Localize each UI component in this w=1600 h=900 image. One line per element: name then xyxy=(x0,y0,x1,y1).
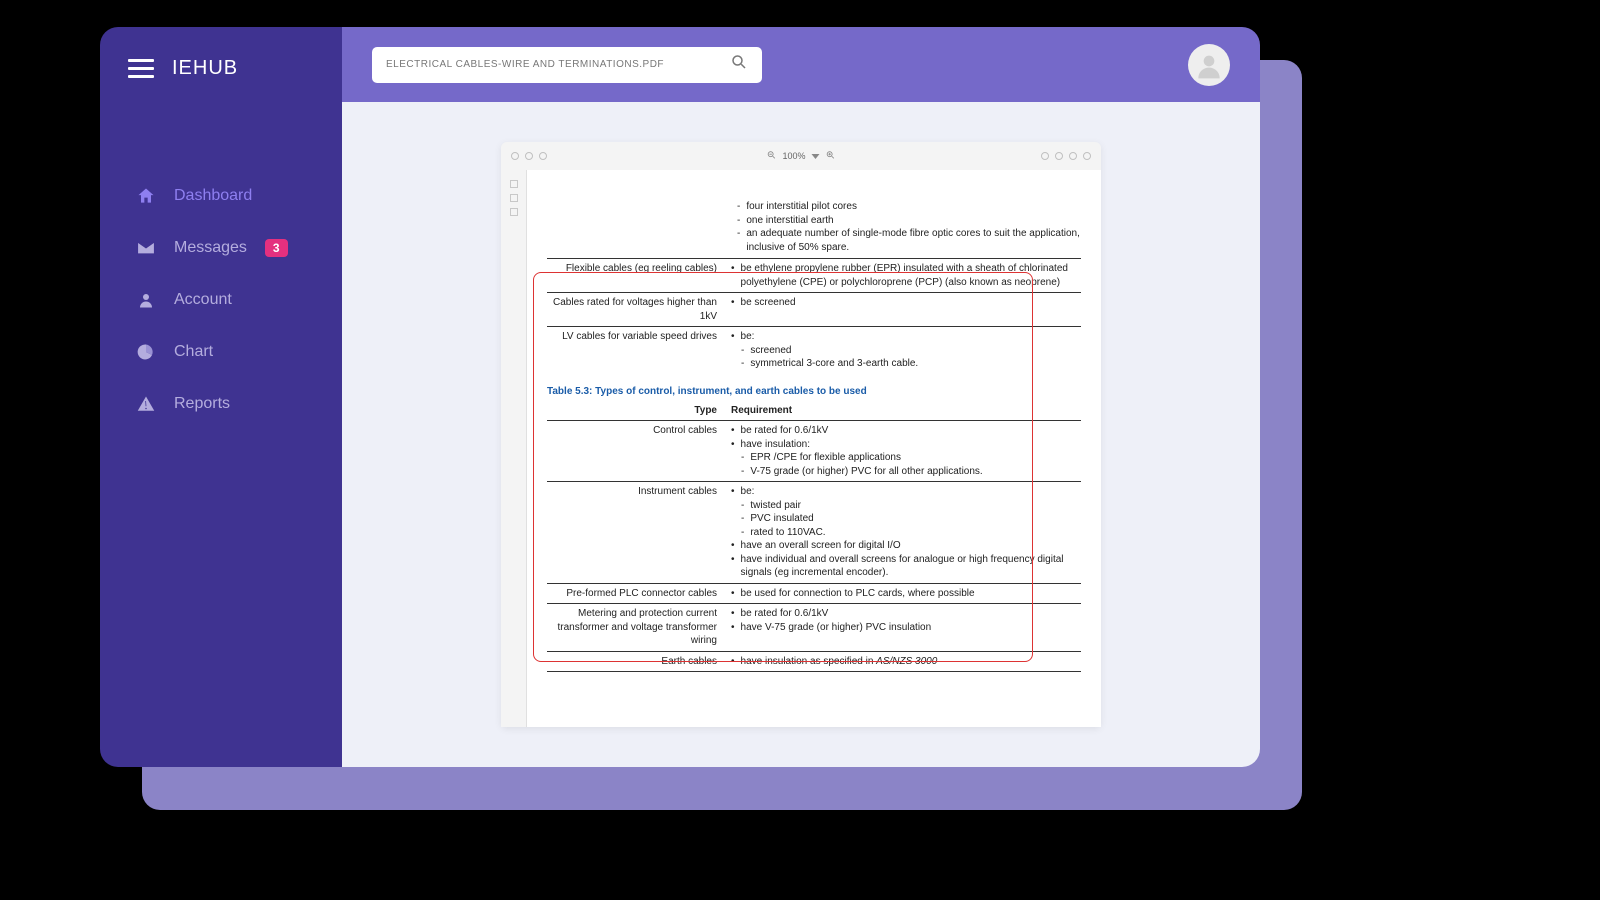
table-row: Cables rated for voltages higher than 1k… xyxy=(547,293,1081,327)
nav-label: Reports xyxy=(174,395,230,413)
doc-dash-item: -one interstitial earth xyxy=(737,214,1081,228)
zoom-dropdown-icon[interactable] xyxy=(812,154,820,159)
doc-bullet-item: •be screened xyxy=(731,296,1077,310)
zoom-value: 100% xyxy=(782,151,805,161)
app-name: IEHUB xyxy=(172,57,238,80)
gutter-marker[interactable] xyxy=(510,180,518,188)
doc-bullet-item: •have V-75 grade (or higher) PVC insulat… xyxy=(731,621,1077,635)
mail-icon xyxy=(136,238,156,258)
doc-bullet-item: •have an overall screen for digital I/O xyxy=(731,539,1077,553)
hamburger-icon[interactable] xyxy=(128,59,154,78)
doc-table-1: Flexible cables (eg reeling cables)•be e… xyxy=(547,258,1081,374)
messages-badge: 3 xyxy=(265,239,288,257)
doc-bullet-item: •be rated for 0.6/1kV xyxy=(731,607,1077,621)
doc-dash-item: -EPR /CPE for flexible applications xyxy=(741,451,1077,465)
table-row: Control cables•be rated for 0.6/1kV•have… xyxy=(547,421,1081,482)
doc-dash-item: -symmetrical 3-core and 3-earth cable. xyxy=(741,357,1077,371)
toolbar-dot[interactable] xyxy=(1069,152,1077,160)
nav-dashboard[interactable]: Dashboard xyxy=(100,170,342,222)
table-row: Pre-formed PLC connector cables•be used … xyxy=(547,583,1081,604)
toolbar-dot[interactable] xyxy=(1055,152,1063,160)
doc-table-2: TypeRequirementControl cables•be rated f… xyxy=(547,401,1081,673)
zoom-control: 100% xyxy=(766,150,835,162)
gutter-marker[interactable] xyxy=(510,208,518,216)
nav-chart[interactable]: Chart xyxy=(100,326,342,378)
search-icon[interactable] xyxy=(730,53,748,76)
topbar xyxy=(342,27,1260,102)
app-window: IEHUB Dashboard Messages 3 Account xyxy=(100,27,1260,767)
doc-gutter xyxy=(501,170,527,727)
sidebar: IEHUB Dashboard Messages 3 Account xyxy=(100,27,342,767)
nav-messages[interactable]: Messages 3 xyxy=(100,222,342,274)
search-box[interactable] xyxy=(372,47,762,83)
home-icon xyxy=(136,186,156,206)
nav-account[interactable]: Account xyxy=(100,274,342,326)
nav-label: Account xyxy=(174,291,232,309)
document-viewer: 100% xyxy=(501,142,1101,727)
doc-bullet-item: •be: xyxy=(731,330,1077,344)
table-row: LV cables for variable speed drives•be:-… xyxy=(547,327,1081,374)
doc-dash-item: -V-75 grade (or higher) PVC for all othe… xyxy=(741,465,1077,479)
avatar[interactable] xyxy=(1188,44,1230,86)
doc-dash-item: -PVC insulated xyxy=(741,512,1077,526)
warning-icon xyxy=(136,394,156,414)
window-dot[interactable] xyxy=(525,152,533,160)
doc-dash-item: -an adequate number of single-mode fibre… xyxy=(737,227,1081,254)
doc-top-bullets: -four interstitial pilot cores-one inter… xyxy=(737,200,1081,254)
nav-reports[interactable]: Reports xyxy=(100,378,342,430)
table-row: Flexible cables (eg reeling cables)•be e… xyxy=(547,259,1081,293)
doc-bullet-item: •be ethylene propylene rubber (EPR) insu… xyxy=(731,262,1077,289)
table-row: Earth cables•have insulation as specifie… xyxy=(547,651,1081,672)
main-area: 100% xyxy=(342,27,1260,767)
doc-dash-item: -four interstitial pilot cores xyxy=(737,200,1081,214)
toolbar-dot[interactable] xyxy=(1041,152,1049,160)
doc-dash-item: -screened xyxy=(741,344,1077,358)
pie-chart-icon xyxy=(136,342,156,362)
doc-bullet-item: •be rated for 0.6/1kV xyxy=(731,424,1077,438)
nav-label: Chart xyxy=(174,343,213,361)
doc-bullet-item: •have insulation as specified in AS/NZS … xyxy=(731,655,1077,669)
window-dot[interactable] xyxy=(511,152,519,160)
doc-bullet-item: •be used for connection to PLC cards, wh… xyxy=(731,587,1077,601)
doc-table-title: Table 5.3: Types of control, instrument,… xyxy=(547,386,1081,397)
zoom-out-icon[interactable] xyxy=(766,150,776,162)
doc-dash-item: -rated to 110VAC. xyxy=(741,526,1077,540)
window-dot[interactable] xyxy=(539,152,547,160)
doc-toolbar: 100% xyxy=(501,142,1101,170)
doc-dash-item: -twisted pair xyxy=(741,499,1077,513)
doc-body: -four interstitial pilot cores-one inter… xyxy=(501,170,1101,727)
gutter-marker[interactable] xyxy=(510,194,518,202)
doc-bullet-item: •have individual and overall screens for… xyxy=(731,553,1077,580)
toolbar-right-dots xyxy=(1041,152,1091,160)
search-input[interactable] xyxy=(386,59,730,70)
nav-label: Dashboard xyxy=(174,187,252,205)
table-row xyxy=(547,672,1081,673)
zoom-in-icon[interactable] xyxy=(826,150,836,162)
content: 100% xyxy=(342,102,1260,767)
table-header: TypeRequirement xyxy=(547,401,1081,421)
toolbar-dot[interactable] xyxy=(1083,152,1091,160)
nav-label: Messages xyxy=(174,239,247,257)
user-icon xyxy=(136,290,156,310)
doc-bullet-item: •have insulation: xyxy=(731,438,1077,452)
nav: Dashboard Messages 3 Account Chart xyxy=(100,170,342,430)
doc-bullet-item: •be: xyxy=(731,485,1077,499)
logo-row: IEHUB xyxy=(100,57,342,80)
doc-page: -four interstitial pilot cores-one inter… xyxy=(527,170,1101,727)
table-row: Metering and protection current transfor… xyxy=(547,604,1081,652)
table-row: Instrument cables•be:-twisted pair-PVC i… xyxy=(547,482,1081,584)
